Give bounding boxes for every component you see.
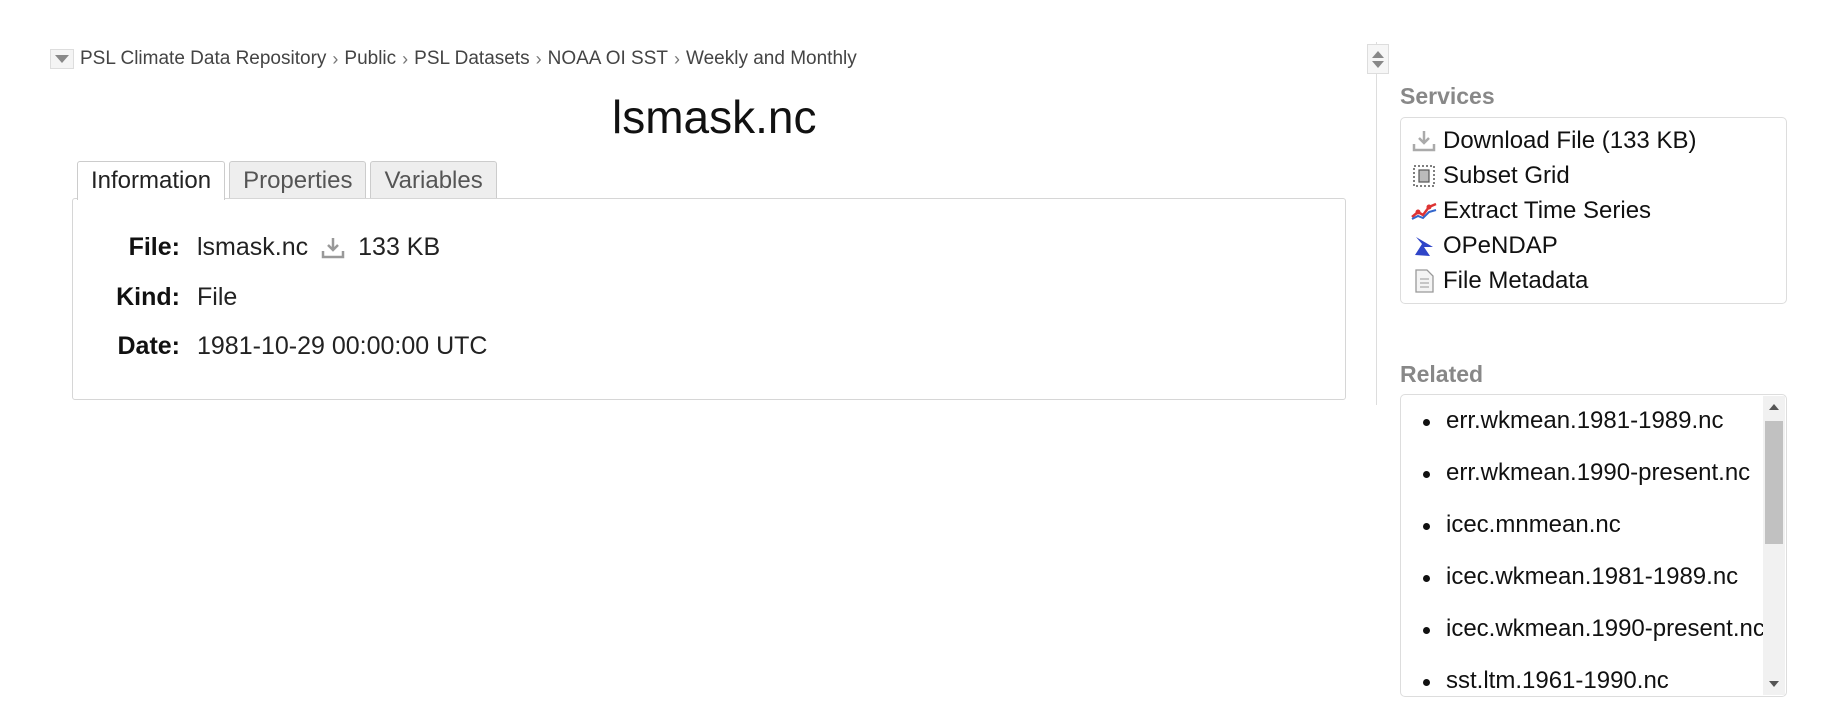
service-label: Download File (133 KB) (1443, 127, 1697, 154)
related-scrollbar[interactable] (1763, 396, 1785, 695)
breadcrumb-item-weekly-monthly[interactable]: Weekly and Monthly (686, 48, 857, 70)
time-series-icon (1411, 198, 1437, 224)
breadcrumb-item-psl-datasets[interactable]: PSL Datasets (414, 48, 529, 70)
services-box: Download File (133 KB) Subset Grid Extra… (1400, 117, 1787, 304)
breadcrumb-item-public[interactable]: Public (344, 48, 396, 70)
breadcrumb: PSL Climate Data Repository › Public › P… (50, 47, 857, 71)
kind-label: Kind: (116, 283, 180, 311)
breadcrumb-separator: › (674, 48, 680, 69)
services-heading: Services (1400, 83, 1495, 109)
chevron-up-icon (1372, 50, 1384, 58)
kind-value: File (197, 283, 238, 311)
file-row: File: lsmask.nc 133 KB (83, 233, 441, 262)
subset-grid-icon (1411, 163, 1437, 189)
date-label: Date: (117, 332, 180, 360)
breadcrumb-item-noaa-oi-sst[interactable]: NOAA OI SST (548, 48, 668, 70)
tab-information[interactable]: Information (77, 161, 226, 200)
service-download-file[interactable]: Download File (133 KB) (1411, 127, 1696, 155)
chevron-down-icon (55, 55, 69, 63)
breadcrumb-separator: › (535, 48, 542, 69)
scroll-down-arrow-icon[interactable] (1769, 681, 1779, 687)
related-item[interactable]: icec.wkmean.1990-present.nc (1423, 615, 1765, 643)
file-size: 133 KB (358, 233, 441, 261)
information-panel: File: lsmask.nc 133 KB Kind: File Date: … (72, 198, 1346, 400)
service-opendap[interactable]: OPeNDAP (1411, 232, 1558, 260)
page-title: lsmask.nc (612, 91, 817, 143)
file-name: lsmask.nc (197, 233, 309, 261)
related-item[interactable]: err.wkmean.1990-present.nc (1422, 459, 1750, 487)
related-list-box: err.wkmean.1981-1989.nc err.wkmean.1990-… (1400, 394, 1787, 697)
related-item[interactable]: icec.wkmean.1981-1989.nc (1422, 563, 1738, 591)
file-metadata-icon (1411, 268, 1437, 294)
tab-properties[interactable]: Properties (229, 161, 367, 199)
service-extract-time-series[interactable]: Extract Time Series (1411, 197, 1651, 225)
service-label: Extract Time Series (1443, 197, 1652, 224)
download-icon[interactable] (320, 235, 346, 261)
breadcrumb-separator: › (332, 48, 339, 69)
scrollbar-thumb[interactable] (1765, 421, 1783, 544)
service-subset-grid[interactable]: Subset Grid (1411, 162, 1570, 190)
opendap-icon (1411, 233, 1437, 259)
related-item[interactable]: err.wkmean.1981-1989.nc (1423, 407, 1724, 435)
file-label: File: (128, 233, 180, 261)
breadcrumb-toggle-button[interactable] (50, 49, 74, 69)
date-row: Date: 1981-10-29 00:00:00 UTC (83, 332, 487, 361)
service-label: OPeNDAP (1443, 232, 1558, 259)
breadcrumb-item-repository[interactable]: PSL Climate Data Repository (80, 48, 326, 70)
service-label: File Metadata (1443, 267, 1589, 294)
panel-splitter[interactable] (1376, 42, 1377, 405)
splitter-toggle-button[interactable] (1367, 44, 1389, 74)
related-heading: Related (1400, 361, 1484, 387)
kind-row: Kind: File (83, 283, 237, 312)
tab-bar: Information Properties Variables (77, 161, 497, 200)
chevron-down-icon (1372, 60, 1384, 68)
tab-variables[interactable]: Variables (370, 161, 497, 199)
related-item[interactable]: icec.mnmean.nc (1423, 511, 1621, 539)
breadcrumb-separator: › (402, 48, 409, 69)
service-label: Subset Grid (1443, 162, 1570, 189)
related-item[interactable]: sst.ltm.1961-1990.nc (1423, 667, 1669, 695)
date-value: 1981-10-29 00:00:00 UTC (197, 332, 488, 360)
download-icon (1411, 128, 1437, 154)
scroll-up-arrow-icon[interactable] (1769, 404, 1779, 410)
service-file-metadata[interactable]: File Metadata (1411, 267, 1588, 295)
